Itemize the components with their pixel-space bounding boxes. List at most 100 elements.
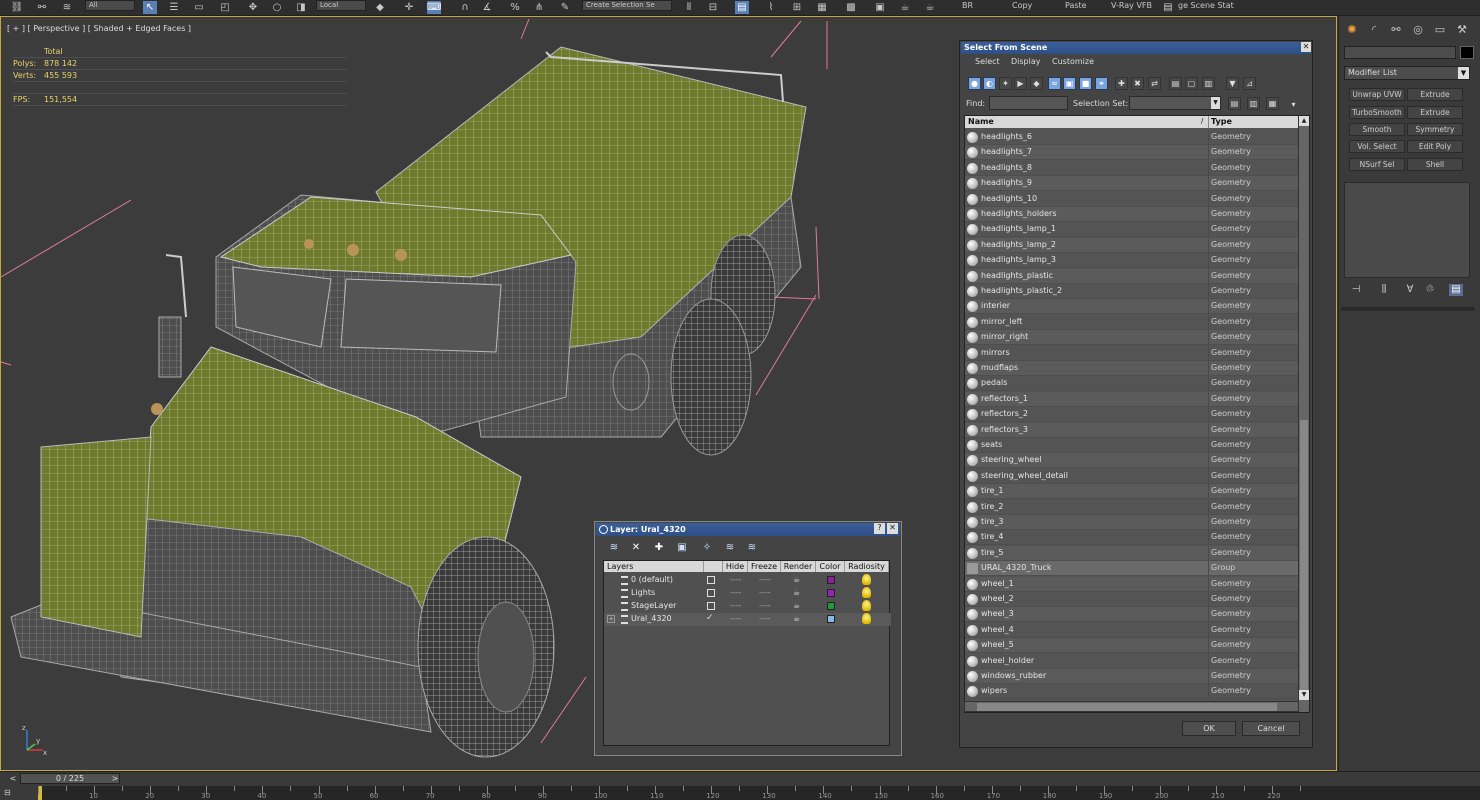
column-header-name[interactable]: Name <box>968 117 994 126</box>
layer-name[interactable]: 0 (default) <box>631 575 673 584</box>
filter-options-icon[interactable]: ⊿ <box>1243 77 1256 90</box>
filter-icon[interactable]: ▼ <box>1226 77 1239 90</box>
object-row[interactable]: URAL_4320_Truck Group <box>965 561 1299 577</box>
radiosity-bulb-icon[interactable] <box>862 587 871 598</box>
modifier-stack[interactable] <box>1344 182 1470 278</box>
render-teapot-icon[interactable]: ☕ <box>793 601 800 610</box>
delete-layer-icon[interactable]: ✕ <box>629 541 643 554</box>
object-row[interactable]: wheel_holder Geometry <box>965 653 1299 669</box>
object-row[interactable]: mirrors Geometry <box>965 345 1299 361</box>
modifier-button-nsurf-sel[interactable]: NSurf Sel <box>1349 158 1405 171</box>
layer-name[interactable]: Lights <box>631 588 655 597</box>
hide-all-layers-icon[interactable]: ≋ <box>723 541 737 554</box>
remove-modifier-icon[interactable]: ♲ <box>1423 284 1437 296</box>
object-name-field[interactable] <box>1344 46 1456 59</box>
hierarchy-tab-icon[interactable]: ⚯ <box>1387 22 1405 38</box>
cancel-button[interactable]: Cancel <box>1242 721 1300 736</box>
object-row[interactable]: headlights_lamp_1 Geometry <box>965 222 1299 238</box>
object-row[interactable]: wipers Geometry <box>965 684 1299 700</box>
add-to-layer-icon[interactable]: ✚ <box>652 541 666 554</box>
scroll-down-icon[interactable]: ▼ <box>1299 690 1309 700</box>
set-current-checkbox[interactable] <box>707 576 715 584</box>
layer-row[interactable]: StageLayer ---- ---- ☕ <box>604 600 891 613</box>
modifier-button-extrude[interactable]: Extrude <box>1407 88 1463 101</box>
layer-col-render[interactable]: Render <box>781 561 816 572</box>
named-sets-icon[interactable]: ✎ <box>558 1 572 14</box>
utilities-tab-icon[interactable]: ⚒ <box>1453 22 1471 38</box>
hide-toggle[interactable]: ---- <box>730 614 742 623</box>
display-groups-icon[interactable]: ▣ <box>1063 77 1076 90</box>
display-geometry-icon[interactable]: ● <box>968 77 981 90</box>
layer-col-hide[interactable]: Hide <box>723 561 748 572</box>
layer-col-layers[interactable]: Layers <box>604 561 704 572</box>
scroll-up-icon[interactable]: ▲ <box>1299 116 1309 126</box>
select-invert-icon[interactable]: ▥ <box>1202 77 1215 90</box>
paste-button[interactable]: Paste <box>1065 1 1087 10</box>
rect-selection-icon[interactable]: ▭ <box>192 1 206 14</box>
scale-icon[interactable]: ◨ <box>294 1 308 14</box>
modifier-button-vol-select[interactable]: Vol. Select <box>1349 140 1405 153</box>
load-selection-set-icon[interactable]: ▥ <box>1247 97 1260 110</box>
snap-toggle-icon[interactable]: ∩ <box>458 1 472 14</box>
object-row[interactable]: headlights_7 Geometry <box>965 145 1299 161</box>
layer-name[interactable]: Ural_4320 <box>631 614 672 623</box>
show-end-result-icon[interactable]: ⫼ <box>1377 284 1391 296</box>
layer-color-swatch[interactable] <box>827 576 835 584</box>
layer-color-swatch[interactable] <box>827 602 835 610</box>
menu-customize[interactable]: Customize <box>1052 57 1094 66</box>
vray-vfb-button[interactable]: V-Ray VFB <box>1111 1 1152 10</box>
display-shapes-icon[interactable]: ◐ <box>983 77 996 90</box>
window-crossing-icon[interactable]: ◰ <box>218 1 232 14</box>
render-teapot-icon[interactable]: ☕ <box>898 1 912 14</box>
layer-manager-icon[interactable]: ▤ <box>735 1 749 14</box>
column-header-type[interactable]: Type <box>1211 117 1232 126</box>
layer-row[interactable]: 0 (default) ---- ---- ☕ <box>604 574 891 587</box>
schematic-view-icon[interactable]: ⊞ <box>790 1 804 14</box>
radiosity-bulb-icon[interactable] <box>862 600 871 611</box>
viewport-label[interactable]: [ + ] [ Perspective ] [ Shaded + Edged F… <box>7 24 191 33</box>
object-row[interactable]: headlights_8 Geometry <box>965 160 1299 176</box>
object-row[interactable]: wheel_5 Geometry <box>965 638 1299 654</box>
time-slider-next[interactable]: > <box>110 773 120 784</box>
close-icon[interactable]: ✕ <box>1301 42 1311 52</box>
layer-color-swatch[interactable] <box>827 615 835 623</box>
object-row[interactable]: pedals Geometry <box>965 376 1299 392</box>
angle-snap-icon[interactable]: ∡ <box>480 1 494 14</box>
object-row[interactable]: wheel_4 Geometry <box>965 622 1299 638</box>
object-row[interactable]: mirror_right Geometry <box>965 330 1299 346</box>
object-row[interactable]: windows_rubber Geometry <box>965 669 1299 684</box>
remove-selection-set-icon[interactable]: ▦ <box>1266 97 1279 110</box>
track-bar-icon[interactable]: ⊟ <box>4 788 24 800</box>
object-row[interactable]: tire_3 Geometry <box>965 515 1299 530</box>
highlight-layer-icon[interactable]: ✧ <box>700 541 714 554</box>
layer-col-radiosity[interactable]: Radiosity <box>845 561 889 572</box>
render-iterative-icon[interactable]: ☕ <box>923 1 937 14</box>
set-current-checkbox[interactable] <box>707 589 715 597</box>
expand-options-icon[interactable]: ▾ <box>1287 99 1300 112</box>
display-bones-icon[interactable]: ⚭ <box>1095 77 1108 90</box>
object-row[interactable]: reflectors_2 Geometry <box>965 407 1299 423</box>
display-spacewarps-icon[interactable]: ≈ <box>1048 77 1061 90</box>
hide-toggle[interactable]: ---- <box>730 588 742 597</box>
object-row[interactable]: wheel_2 Geometry <box>965 592 1299 607</box>
object-row[interactable]: interier Geometry <box>965 299 1299 315</box>
layer-row[interactable]: + Ural_4320 ✓ ---- ---- ☕ <box>604 613 891 626</box>
copy-button[interactable]: Copy <box>1012 1 1032 10</box>
material-editor-icon[interactable]: ▦ <box>815 1 829 14</box>
scene-object-list[interactable]: Name / Type headlights_6 Geometry headligh… <box>964 115 1310 713</box>
selection-set-combo[interactable]: ▼ <box>1129 96 1221 110</box>
layer-table[interactable]: Layers Hide Freeze Render Color Radiosit… <box>603 560 891 746</box>
display-all-icon[interactable]: ✚ <box>1115 77 1128 90</box>
object-row[interactable]: headlights_9 Geometry <box>965 176 1299 192</box>
render-teapot-icon[interactable]: ☕ <box>793 588 800 597</box>
link-icon[interactable]: ⛓ <box>10 1 24 14</box>
radiosity-bulb-icon[interactable] <box>862 613 871 624</box>
select-object-icon[interactable]: ↖ <box>143 1 157 14</box>
object-row[interactable]: headlights_lamp_2 Geometry <box>965 237 1299 253</box>
object-row[interactable]: headlights_10 Geometry <box>965 191 1299 207</box>
selection-filter-combo[interactable]: All <box>85 0 135 11</box>
save-selection-set-icon[interactable]: ▤ <box>1228 97 1241 110</box>
layer-color-swatch[interactable] <box>827 589 835 597</box>
scene-states-button[interactable]: ge Scene Stat <box>1178 1 1234 10</box>
menu-display[interactable]: Display <box>1011 57 1041 66</box>
